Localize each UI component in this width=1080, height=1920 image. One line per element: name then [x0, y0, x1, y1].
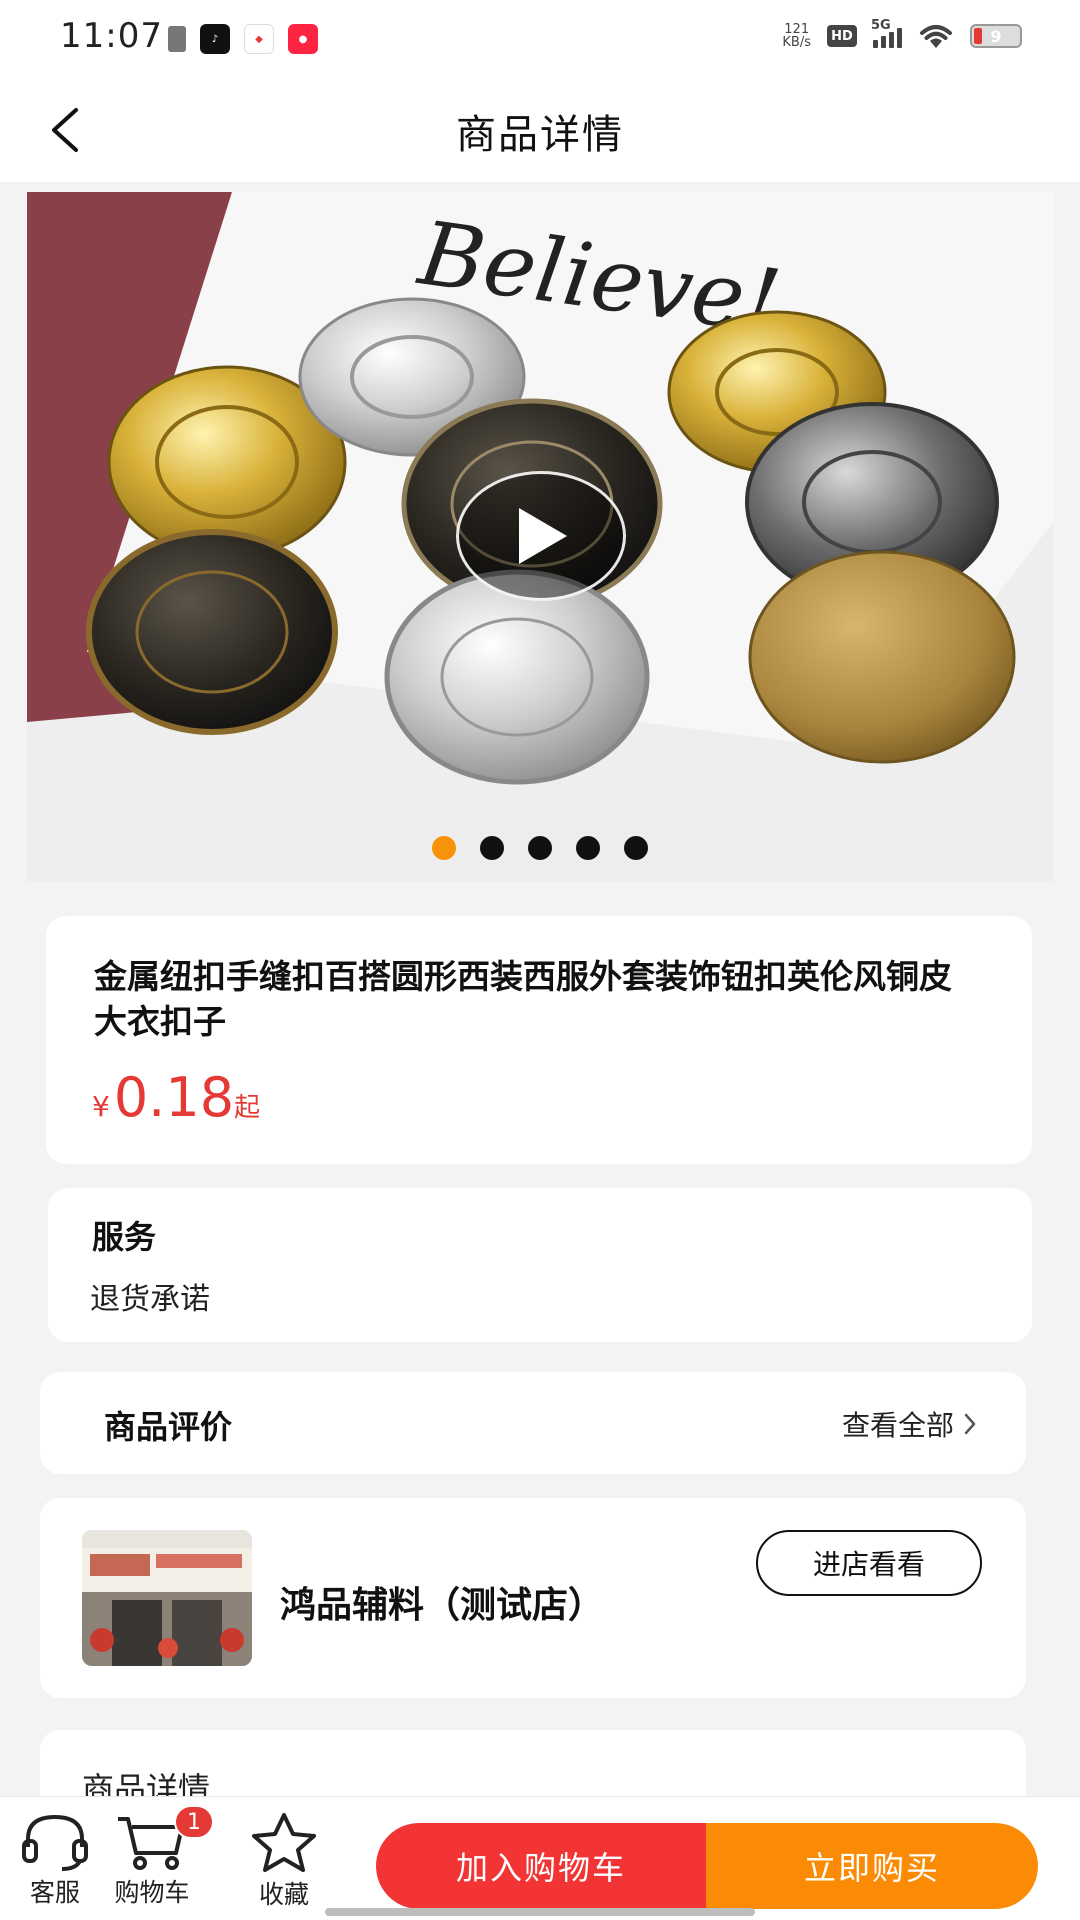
chevron-right-icon [964, 1413, 976, 1435]
product-price: ¥ 0.18 起 [92, 1066, 260, 1129]
battery-level-fill [974, 28, 982, 44]
battery-level-text: 9 [990, 26, 1002, 46]
app-notification-icon: ◆ [244, 24, 274, 54]
favorite-label: 收藏 [258, 1880, 309, 1909]
carousel-dot[interactable] [432, 836, 456, 860]
service-card[interactable]: 服务 退货承诺 [48, 1188, 1032, 1342]
wifi-icon [920, 25, 952, 48]
nav-header: 商品详情 [0, 78, 1080, 182]
shop-card[interactable]: 鸿品辅料（测试店） 进店看看 [40, 1498, 1026, 1698]
home-indicator[interactable] [325, 1908, 755, 1916]
headset-icon [22, 1814, 88, 1871]
status-bar: 11:07 ♪ ◆ ● 121 KB/s HD 5G 9 [0, 0, 1080, 78]
page-title: 商品详情 [456, 112, 624, 158]
net-speed: 121 KB/s [782, 23, 811, 49]
tiktok-app-icon: ♪ [200, 24, 230, 54]
cart-count-badge: 1 [174, 1805, 214, 1839]
customer-service-label: 客服 [29, 1878, 80, 1907]
price-suffix: 起 [234, 1093, 261, 1123]
service-heading: 服务 [92, 1218, 157, 1256]
carousel-dot[interactable] [528, 836, 552, 860]
reviews-heading: 商品评价 [104, 1408, 233, 1446]
status-time: 11:07 [60, 16, 163, 56]
carousel-dot[interactable] [480, 836, 504, 860]
signal-icon: 5G [871, 18, 902, 48]
service-return-promise: 退货承诺 [90, 1282, 210, 1317]
status-system-icons: 121 KB/s HD 5G 9 [782, 18, 1022, 50]
network-type: 5G [871, 18, 891, 33]
bottom-action-bar: 客服 购物车 1 收藏 加入购物车 立即购买 [0, 1796, 1080, 1920]
customer-service-button[interactable]: 客服 [18, 1811, 92, 1909]
cart-button[interactable]: 购物车 1 [112, 1805, 214, 1909]
purchase-actions: 加入购物车 立即购买 [376, 1823, 1038, 1909]
view-all-label: 查看全部 [841, 1409, 954, 1442]
visit-shop-button[interactable]: 进店看看 [756, 1530, 982, 1596]
view-all-reviews-link[interactable]: 查看全部 [842, 1404, 978, 1444]
price-value: 0.18 [113, 1066, 235, 1129]
add-to-cart-button[interactable]: 加入购物车 [376, 1823, 706, 1909]
shop-storefront-image [82, 1530, 252, 1666]
reviews-card: 商品评价 查看全部 [40, 1372, 1026, 1474]
net-speed-unit: KB/s [782, 35, 811, 50]
battery-icon: 9 [970, 24, 1022, 48]
status-notification-icons: ♪ ◆ ● [168, 24, 318, 54]
carousel-dot[interactable] [624, 836, 648, 860]
product-info-card: 金属纽扣手缝扣百搭圆形西装西服外套装饰钮扣英伦风铜皮大衣扣子 ¥ 0.18 起 [46, 916, 1032, 1164]
play-icon [519, 508, 567, 564]
cart-label: 购物车 [114, 1878, 190, 1907]
price-currency: ¥ [92, 1090, 110, 1123]
sim-icon [168, 26, 186, 52]
xiaohongshu-app-icon: ● [288, 24, 318, 54]
favorite-button[interactable]: 收藏 [246, 1811, 322, 1911]
product-title: 金属纽扣手缝扣百搭圆形西装西服外套装饰钮扣英伦风铜皮大衣扣子 [94, 957, 952, 1041]
star-icon [252, 1813, 316, 1872]
carousel-dot[interactable] [576, 836, 600, 860]
play-video-button[interactable] [456, 471, 626, 601]
shop-name: 鸿品辅料（测试店） [280, 1585, 605, 1626]
carousel-indicator [27, 836, 1053, 860]
product-image-carousel[interactable]: Believe! [27, 192, 1053, 882]
buy-now-button[interactable]: 立即购买 [706, 1823, 1038, 1909]
hd-icon: HD [827, 25, 857, 47]
